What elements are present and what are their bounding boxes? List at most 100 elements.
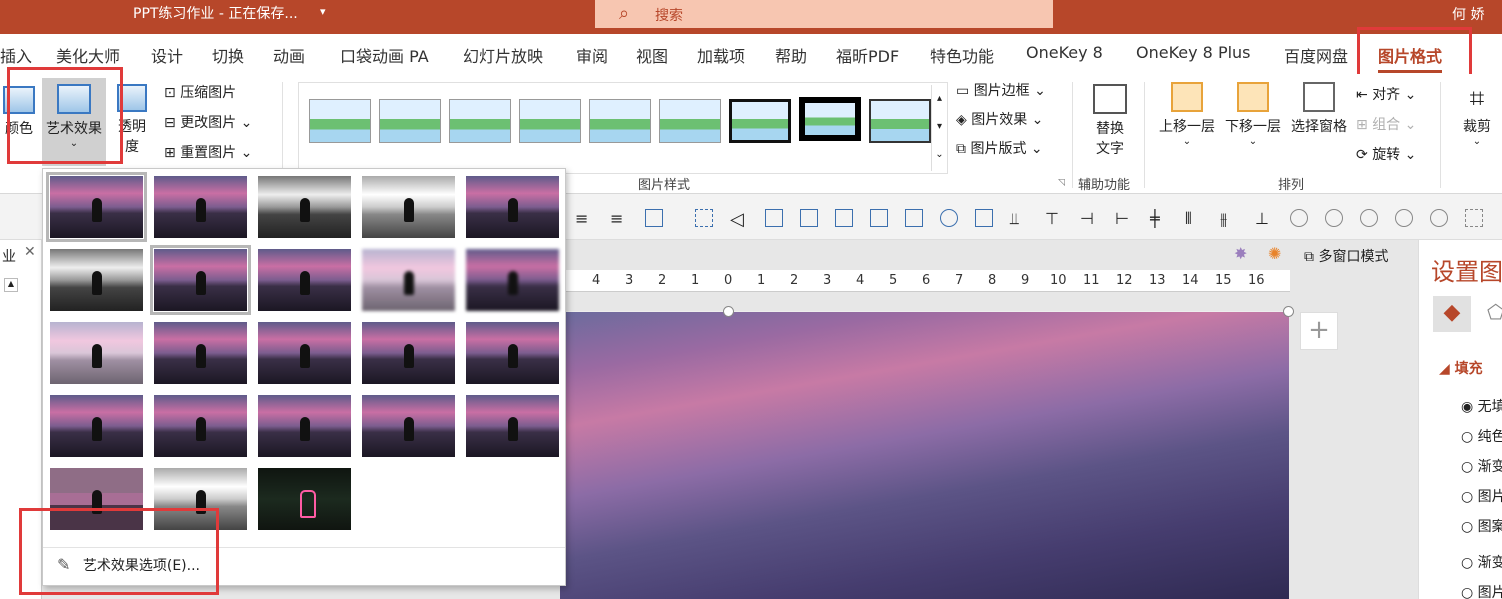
box-middle-icon[interactable] (800, 209, 818, 227)
fragment-icon[interactable] (1360, 209, 1378, 227)
resize-handle-top-right[interactable] (1283, 306, 1294, 317)
tab-design[interactable]: 设计 (151, 43, 183, 67)
union-icon[interactable] (1290, 209, 1308, 227)
tab-review[interactable]: 审阅 (576, 43, 608, 67)
distribute-horizontal-icon[interactable]: ⫴ (1185, 209, 1203, 228)
effect-texturizer[interactable] (153, 394, 248, 458)
effect-pastels-smooth[interactable] (361, 394, 456, 458)
fill-option-solid[interactable]: ○ 纯色 (1461, 426, 1502, 446)
tab-onekey8[interactable]: OneKey 8 (1026, 43, 1103, 62)
effect-glow-diffused[interactable] (361, 248, 456, 312)
picture-border-button[interactable]: ▭ 图片边框 ⌄ (956, 80, 1046, 100)
box-bottom-icon[interactable] (835, 209, 853, 227)
tab-slideshow[interactable]: 幻灯片放映 (463, 43, 543, 67)
effect-line-drawing[interactable] (465, 175, 560, 239)
effect-pencil-grayscale[interactable] (257, 175, 352, 239)
style-thumb-6[interactable] (659, 99, 721, 143)
fill-option-picture-2[interactable]: ○ 图片 (1461, 582, 1502, 599)
crop-shape-icon[interactable] (1465, 209, 1483, 227)
send-backward-button[interactable]: 下移一层 ⌄ (1220, 82, 1286, 147)
effect-paint-strokes[interactable] (150, 245, 251, 315)
sparkle-icon[interactable]: ✸ (1234, 244, 1247, 263)
select-icon[interactable] (695, 209, 713, 227)
style-thumb-1[interactable] (309, 99, 371, 143)
fill-option-gradient-2[interactable]: ○ 渐变 (1461, 552, 1502, 572)
fill-line-icon[interactable]: ◆ (1433, 296, 1471, 332)
tab-foxit-pdf[interactable]: 福昕PDF (836, 43, 899, 67)
multi-window-mode-button[interactable]: ⧉ 多窗口模式 (1304, 246, 1388, 266)
tab-help[interactable]: 帮助 (775, 43, 807, 67)
effect-mosaic-bubbles[interactable] (361, 321, 456, 385)
alt-text-button[interactable]: 替换 文字 (1084, 84, 1136, 158)
effects-tab-icon[interactable]: ⬠ (1487, 300, 1502, 324)
tab-beautify[interactable]: 美化大师 (56, 43, 120, 67)
align-right-edge-icon[interactable]: ⊣ (1080, 209, 1098, 228)
effect-pencil-sketch[interactable] (361, 175, 456, 239)
effect-light-screen[interactable] (49, 321, 144, 385)
align-button[interactable]: ⇤ 对齐 ⌄ (1356, 84, 1416, 104)
align-left-icon[interactable]: ≡ (575, 209, 593, 228)
effect-watercolor-sponge[interactable] (153, 321, 248, 385)
reset-picture-button[interactable]: ⊞ 重置图片 ⌄ (164, 142, 252, 162)
table-icon[interactable] (645, 209, 663, 227)
effect-paint-brush[interactable] (257, 248, 352, 312)
tab-view[interactable]: 视图 (636, 43, 668, 67)
gear-icon[interactable]: ✺ (1268, 244, 1281, 263)
distribute-vertical-icon[interactable]: ⫵ (1220, 209, 1238, 228)
combine-icon[interactable] (1325, 209, 1343, 227)
effect-marker[interactable] (153, 175, 248, 239)
fill-option-gradient[interactable]: ○ 渐变 (1461, 456, 1502, 476)
effect-glass[interactable] (465, 321, 560, 385)
user-name[interactable]: 何 娇 (1452, 4, 1484, 24)
tab-animations[interactable]: 动画 (273, 43, 305, 67)
tab-onekey8-plus[interactable]: OneKey 8 Plus (1136, 43, 1251, 62)
fill-option-picture[interactable]: ○ 图片 (1461, 486, 1502, 506)
fill-option-none[interactable]: ◉ 无填 (1461, 396, 1502, 416)
align-middle-icon[interactable]: ⊥ (1255, 209, 1273, 228)
shapes-icon[interactable] (940, 209, 958, 227)
effect-film-grain[interactable] (257, 321, 352, 385)
text-box-icon[interactable] (870, 209, 888, 227)
dialog-launcher-icon[interactable]: ◹ (1058, 178, 1065, 188)
style-thumb-2[interactable] (379, 99, 441, 143)
fill-option-pattern[interactable]: ○ 图案 (1461, 516, 1502, 536)
rotate-button[interactable]: ⟳ 旋转 ⌄ (1356, 144, 1416, 164)
selection-pane-button[interactable]: 选择窗格 (1286, 82, 1352, 136)
intersect-icon[interactable] (1395, 209, 1413, 227)
tab-transitions[interactable]: 切换 (212, 43, 244, 67)
align-left-edge-icon[interactable]: ⊢ (1115, 209, 1133, 228)
tab-insert[interactable]: 插入 (0, 43, 32, 67)
picture-styles-gallery[interactable]: ▴ ▾ ⌄ (298, 82, 948, 174)
fill-section[interactable]: ◢ 填充 (1439, 358, 1483, 378)
tab-pocket-animation[interactable]: 口袋动画 PA (340, 43, 429, 67)
slide-picture[interactable] (560, 311, 1289, 599)
close-icon[interactable]: ✕ (24, 244, 36, 260)
style-thumb-9[interactable] (869, 99, 931, 143)
tab-addins[interactable]: 加载项 (697, 43, 745, 67)
tab-special-features[interactable]: 特色功能 (930, 43, 994, 67)
style-thumb-7[interactable] (729, 99, 791, 143)
align-top-icon[interactable]: ⊤ (1045, 209, 1063, 228)
tab-baidu-netdisk[interactable]: 百度网盘 (1284, 43, 1348, 67)
effect-glow-edges[interactable] (257, 467, 352, 531)
align-right-icon[interactable]: ≡ (610, 209, 628, 228)
box-top-icon[interactable] (765, 209, 783, 227)
style-thumb-8[interactable] (799, 97, 861, 141)
effect-plastic-wrap[interactable] (465, 394, 560, 458)
style-thumb-5[interactable] (589, 99, 651, 143)
resize-handle-top[interactable] (723, 306, 734, 317)
scroll-up-icon[interactable]: ▲ (4, 278, 18, 292)
gallery-scroll[interactable]: ▴ ▾ ⌄ (931, 85, 947, 171)
picture-effects-button[interactable]: ◈ 图片效果 ⌄ (956, 109, 1043, 129)
effect-blur[interactable] (465, 248, 560, 312)
compress-pictures-button[interactable]: ⊡ 压缩图片 (164, 82, 236, 102)
style-thumb-3[interactable] (449, 99, 511, 143)
distribute-bottom-icon[interactable]: ⫫ (1010, 209, 1028, 228)
add-icon[interactable]: + (1300, 312, 1338, 350)
subtract-icon[interactable] (1430, 209, 1448, 227)
effect-crisscross-etching[interactable] (257, 394, 352, 458)
change-picture-button[interactable]: ⊟ 更改图片 ⌄ (164, 112, 252, 132)
title-dropdown-icon[interactable]: ▾ (320, 5, 326, 18)
search-box[interactable]: ⌕ 搜索 (595, 0, 1053, 28)
style-thumb-4[interactable] (519, 99, 581, 143)
